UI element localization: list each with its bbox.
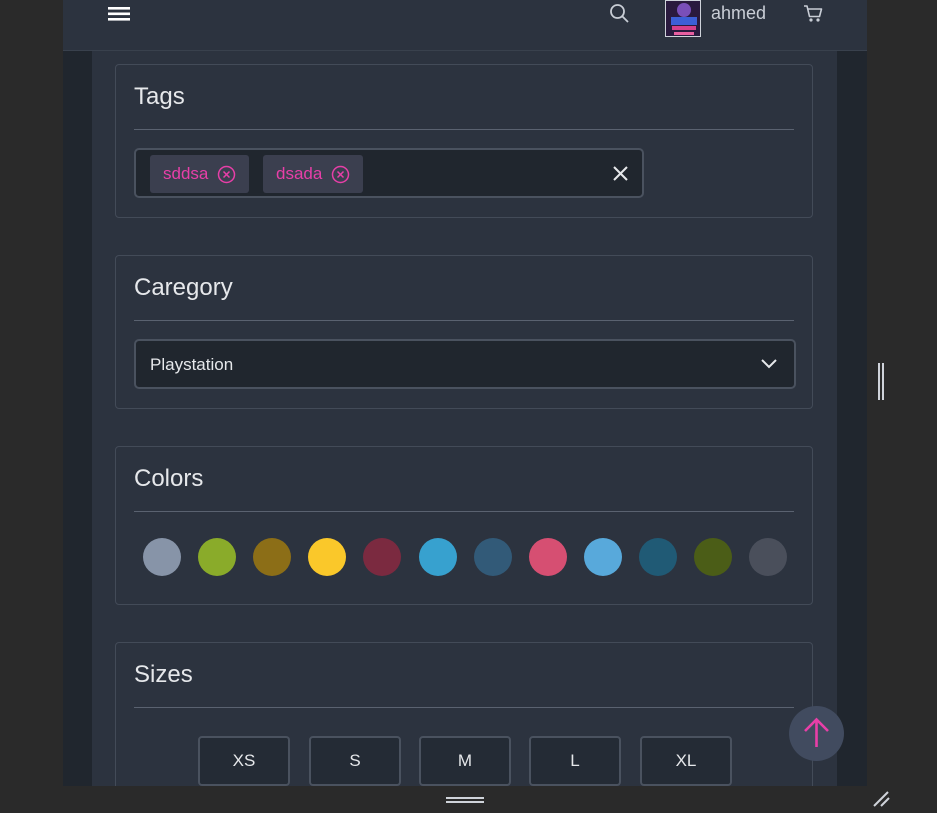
remove-tag-icon[interactable] — [331, 165, 350, 184]
avatar[interactable] — [665, 0, 701, 37]
colors-title: Colors — [134, 465, 204, 492]
clear-tags-icon[interactable] — [613, 166, 628, 181]
sizes-title: Sizes — [134, 661, 193, 688]
tag-chip-label: dsada — [276, 164, 323, 183]
divider — [134, 129, 794, 130]
hamburger-menu-icon[interactable] — [108, 5, 130, 23]
color-swatch[interactable] — [694, 538, 732, 576]
divider — [134, 511, 794, 512]
color-swatch[interactable] — [143, 538, 181, 576]
color-swatch[interactable] — [363, 538, 402, 576]
tags-title: Tags — [134, 83, 185, 110]
color-swatch[interactable] — [638, 538, 677, 576]
resize-corner-icon[interactable] — [871, 790, 891, 808]
shopping-cart-icon[interactable] — [803, 4, 823, 23]
chevron-down-icon — [761, 359, 777, 369]
tags-input[interactable]: sddsa dsada — [134, 148, 644, 198]
size-option-m[interactable]: M — [419, 736, 511, 786]
color-swatch[interactable] — [418, 538, 457, 576]
tag-chip[interactable]: dsada — [263, 155, 364, 193]
search-icon[interactable] — [609, 3, 629, 23]
vertical-resize-grip-icon[interactable] — [876, 363, 886, 400]
tag-chip[interactable]: sddsa — [150, 155, 250, 193]
tag-chip-label: sddsa — [163, 164, 209, 183]
colors-section: Colors — [115, 446, 813, 605]
color-swatch[interactable] — [528, 538, 567, 576]
remove-tag-icon[interactable] — [217, 165, 236, 184]
divider — [134, 320, 794, 321]
color-swatch[interactable] — [308, 538, 347, 576]
size-option-xs[interactable]: XS — [198, 736, 290, 786]
main-content: Tags sddsa dsada Caregory Playstation Co… — [92, 51, 837, 786]
tags-section: Tags sddsa dsada — [115, 64, 813, 218]
avatar-image — [666, 1, 700, 36]
color-swatch[interactable] — [473, 538, 512, 576]
divider — [134, 707, 794, 708]
category-title: Caregory — [134, 274, 233, 301]
username-label[interactable]: ahmed — [711, 3, 766, 24]
horizontal-resize-grip-icon[interactable] — [446, 795, 484, 805]
app-window: ahmed Tags sddsa dsada Caregory Playstat… — [63, 0, 867, 786]
color-swatch[interactable] — [749, 538, 788, 576]
size-option-xl[interactable]: XL — [640, 736, 732, 786]
color-swatch[interactable] — [583, 538, 622, 576]
arrow-up-icon — [804, 717, 829, 747]
category-select[interactable]: Playstation — [134, 339, 796, 389]
scroll-to-top-button[interactable] — [789, 706, 844, 761]
category-selected-value: Playstation — [150, 355, 234, 374]
size-option-s[interactable]: S — [309, 736, 401, 786]
top-navbar: ahmed — [63, 0, 867, 51]
category-section: Caregory Playstation — [115, 255, 813, 409]
size-option-l[interactable]: L — [529, 736, 621, 786]
sizes-section: Sizes XS S M L XL — [115, 642, 813, 786]
color-swatch[interactable] — [198, 538, 237, 576]
color-swatch[interactable] — [253, 538, 292, 576]
